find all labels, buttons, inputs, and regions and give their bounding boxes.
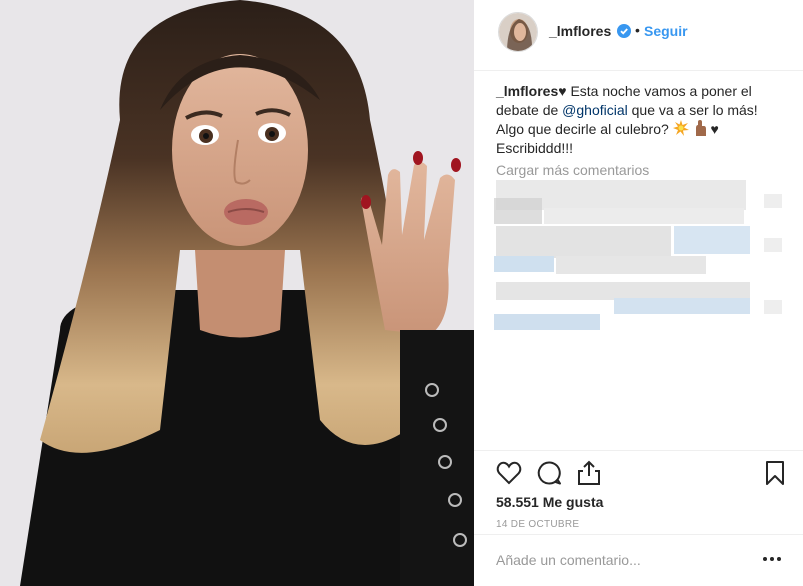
verified-badge-icon [617, 24, 631, 38]
caption-username[interactable]: _lmflores [496, 83, 558, 99]
blurred-comment [544, 208, 744, 224]
avatar[interactable] [498, 12, 538, 52]
post-side-panel: _lmflores • Seguir _lmflores♥ Esta noche… [474, 0, 803, 586]
separator-dot: • [635, 22, 640, 38]
comment-box [474, 534, 803, 586]
likes-count[interactable]: 58.551 Me gusta [496, 494, 603, 510]
blurred-comment [496, 226, 671, 258]
blurred-comment [764, 238, 782, 252]
blurred-comments [494, 178, 803, 333]
post-photo[interactable] [0, 0, 474, 586]
load-more-comments-link[interactable]: Cargar más comentarios [496, 162, 649, 178]
heart-outline-icon[interactable] [496, 460, 522, 486]
woman-portrait-image [0, 0, 474, 586]
blurred-comment [614, 298, 750, 314]
blurred-comment [674, 226, 750, 254]
blurred-comment [764, 194, 782, 208]
fingers-crossed-emoji-icon [695, 120, 706, 136]
share-upload-icon[interactable] [576, 460, 602, 486]
username-link[interactable]: _lmflores [549, 23, 611, 39]
blurred-comment [494, 256, 554, 272]
caption-heart: ♥ [558, 83, 567, 99]
mention-link[interactable]: @ghoficial [562, 102, 628, 118]
blurred-comment [494, 198, 542, 224]
collision-emoji-icon [672, 120, 689, 136]
bookmark-icon[interactable] [762, 460, 788, 486]
comment-bubble-icon[interactable] [536, 460, 562, 486]
follow-button[interactable]: Seguir [644, 23, 688, 39]
post-date[interactable]: 14 DE OCTUBRE [496, 519, 579, 530]
post-caption: _lmflores♥ Esta noche vamos a poner el d… [496, 82, 786, 158]
blurred-comment [764, 300, 782, 314]
blurred-comment [494, 314, 600, 330]
post-header: _lmflores • Seguir [474, 0, 803, 71]
more-options-icon[interactable] [762, 555, 782, 563]
blurred-comment [556, 256, 706, 274]
comment-input[interactable] [496, 549, 746, 571]
